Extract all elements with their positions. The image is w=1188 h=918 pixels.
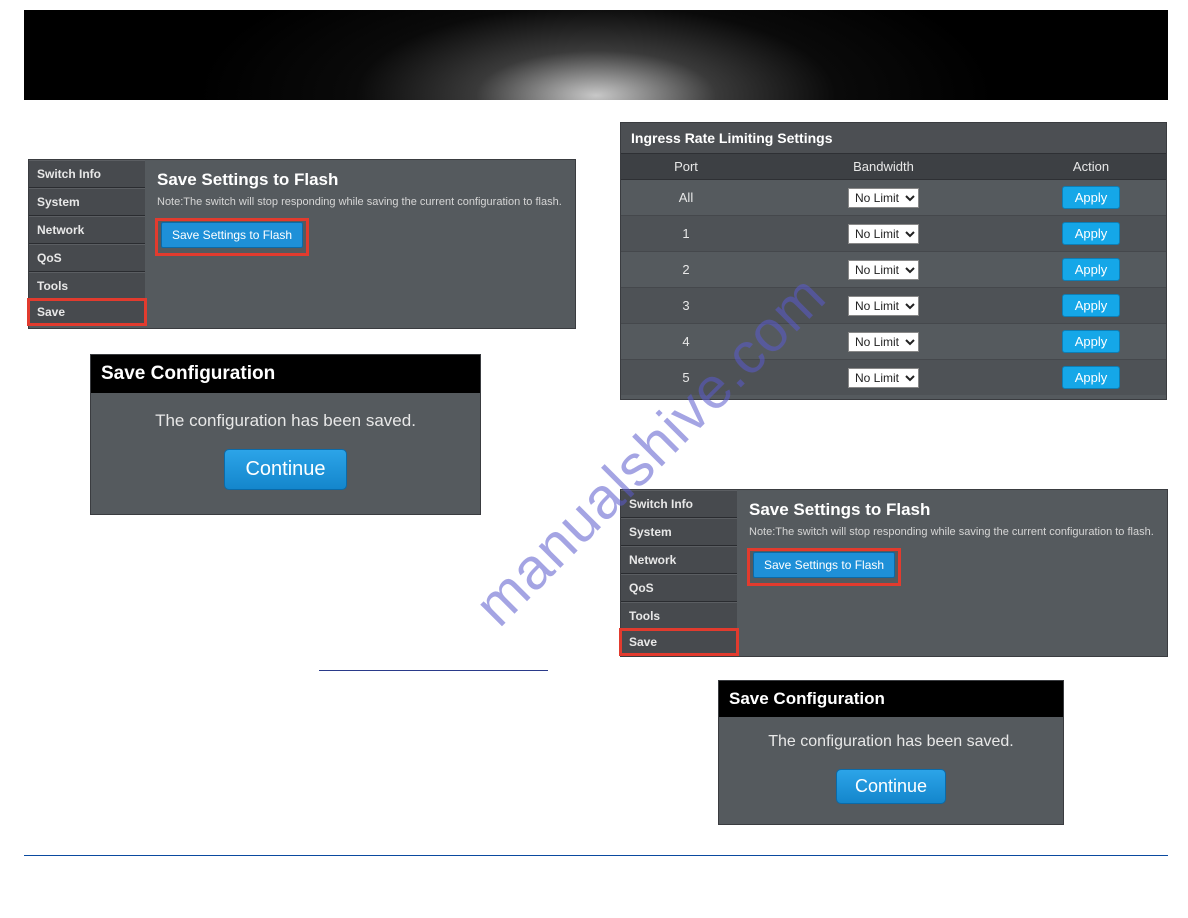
sidebar-item-tools[interactable]: Tools bbox=[29, 272, 145, 300]
dialog-body: The configuration has been saved. Contin… bbox=[91, 393, 480, 514]
ingress-clip: Port Bandwidth Action All No Limit Apply… bbox=[621, 153, 1166, 399]
ingress-tbody: All No Limit Apply 1 No Limit Apply 2 No… bbox=[621, 180, 1166, 396]
sidebar: Switch Info System Network QoS Tools Sav… bbox=[29, 160, 145, 324]
table-row: 5 No Limit Apply bbox=[621, 360, 1166, 396]
sidebar: Switch Info System Network QoS Tools Sav… bbox=[621, 490, 737, 654]
sidebar-item-switch-info[interactable]: Switch Info bbox=[29, 160, 145, 188]
bottom-rule bbox=[24, 855, 1168, 856]
table-row: 2 No Limit Apply bbox=[621, 252, 1166, 288]
apply-button[interactable]: Apply bbox=[1062, 222, 1121, 245]
dialog-message: The configuration has been saved. bbox=[101, 411, 470, 431]
dialog-title: Save Configuration bbox=[719, 681, 1063, 717]
dialog-message: The configuration has been saved. bbox=[729, 733, 1053, 751]
save-configuration-dialog-left: Save Configuration The configuration has… bbox=[90, 354, 481, 515]
table-row: 1 No Limit Apply bbox=[621, 216, 1166, 252]
divider-line bbox=[319, 670, 548, 671]
port-cell: 2 bbox=[621, 252, 751, 288]
ingress-rate-panel: Ingress Rate Limiting Settings Port Band… bbox=[620, 122, 1167, 400]
col-action: Action bbox=[1016, 154, 1166, 180]
table-row: All No Limit Apply bbox=[621, 180, 1166, 216]
bandwidth-select[interactable]: No Limit bbox=[848, 260, 919, 280]
continue-button[interactable]: Continue bbox=[836, 769, 946, 804]
port-cell: All bbox=[621, 180, 751, 216]
panel-title: Save Settings to Flash bbox=[157, 170, 563, 190]
dialog-title: Save Configuration bbox=[91, 355, 480, 393]
content-area: Save Settings to Flash Note:The switch w… bbox=[737, 490, 1167, 594]
sidebar-item-save[interactable]: Save bbox=[621, 630, 737, 654]
port-cell: 3 bbox=[621, 288, 751, 324]
apply-button[interactable]: Apply bbox=[1062, 366, 1121, 389]
port-cell: 1 bbox=[621, 216, 751, 252]
panel-note: Note:The switch will stop responding whi… bbox=[749, 526, 1155, 538]
sidebar-item-switch-info[interactable]: Switch Info bbox=[621, 490, 737, 518]
save-settings-panel-left: Switch Info System Network QoS Tools Sav… bbox=[28, 159, 576, 329]
bandwidth-select[interactable]: No Limit bbox=[848, 224, 919, 244]
save-settings-panel-right: Switch Info System Network QoS Tools Sav… bbox=[620, 489, 1168, 657]
save-flash-highlight: Save Settings to Flash bbox=[157, 220, 307, 254]
apply-button[interactable]: Apply bbox=[1062, 258, 1121, 281]
sidebar-item-network[interactable]: Network bbox=[621, 546, 737, 574]
col-bandwidth: Bandwidth bbox=[751, 154, 1016, 180]
bandwidth-select[interactable]: No Limit bbox=[848, 368, 919, 388]
table-row: 4 No Limit Apply bbox=[621, 324, 1166, 360]
sidebar-item-save[interactable]: Save bbox=[29, 300, 145, 324]
save-flash-button[interactable]: Save Settings to Flash bbox=[753, 552, 895, 578]
port-cell: 5 bbox=[621, 360, 751, 396]
bandwidth-select[interactable]: No Limit bbox=[848, 296, 919, 316]
content-area: Save Settings to Flash Note:The switch w… bbox=[145, 160, 575, 264]
continue-button[interactable]: Continue bbox=[224, 449, 346, 490]
apply-button[interactable]: Apply bbox=[1062, 186, 1121, 209]
save-configuration-dialog-right: Save Configuration The configuration has… bbox=[718, 680, 1064, 825]
ingress-title: Ingress Rate Limiting Settings bbox=[621, 123, 1166, 153]
sidebar-item-tools[interactable]: Tools bbox=[621, 602, 737, 630]
sidebar-item-network[interactable]: Network bbox=[29, 216, 145, 244]
bandwidth-select[interactable]: No Limit bbox=[848, 188, 919, 208]
sidebar-item-qos[interactable]: QoS bbox=[621, 574, 737, 602]
port-cell: 4 bbox=[621, 324, 751, 360]
panel-title: Save Settings to Flash bbox=[749, 500, 1155, 520]
save-flash-highlight: Save Settings to Flash bbox=[749, 550, 899, 584]
sidebar-item-system[interactable]: System bbox=[29, 188, 145, 216]
save-flash-button[interactable]: Save Settings to Flash bbox=[161, 222, 303, 248]
sidebar-item-qos[interactable]: QoS bbox=[29, 244, 145, 272]
table-row: 3 No Limit Apply bbox=[621, 288, 1166, 324]
ingress-table: Port Bandwidth Action All No Limit Apply… bbox=[621, 153, 1166, 395]
dialog-body: The configuration has been saved. Contin… bbox=[719, 717, 1063, 824]
panel-note: Note:The switch will stop responding whi… bbox=[157, 196, 563, 208]
sidebar-item-system[interactable]: System bbox=[621, 518, 737, 546]
bandwidth-select[interactable]: No Limit bbox=[848, 332, 919, 352]
apply-button[interactable]: Apply bbox=[1062, 294, 1121, 317]
apply-button[interactable]: Apply bbox=[1062, 330, 1121, 353]
top-banner bbox=[24, 10, 1168, 100]
col-port: Port bbox=[621, 154, 751, 180]
